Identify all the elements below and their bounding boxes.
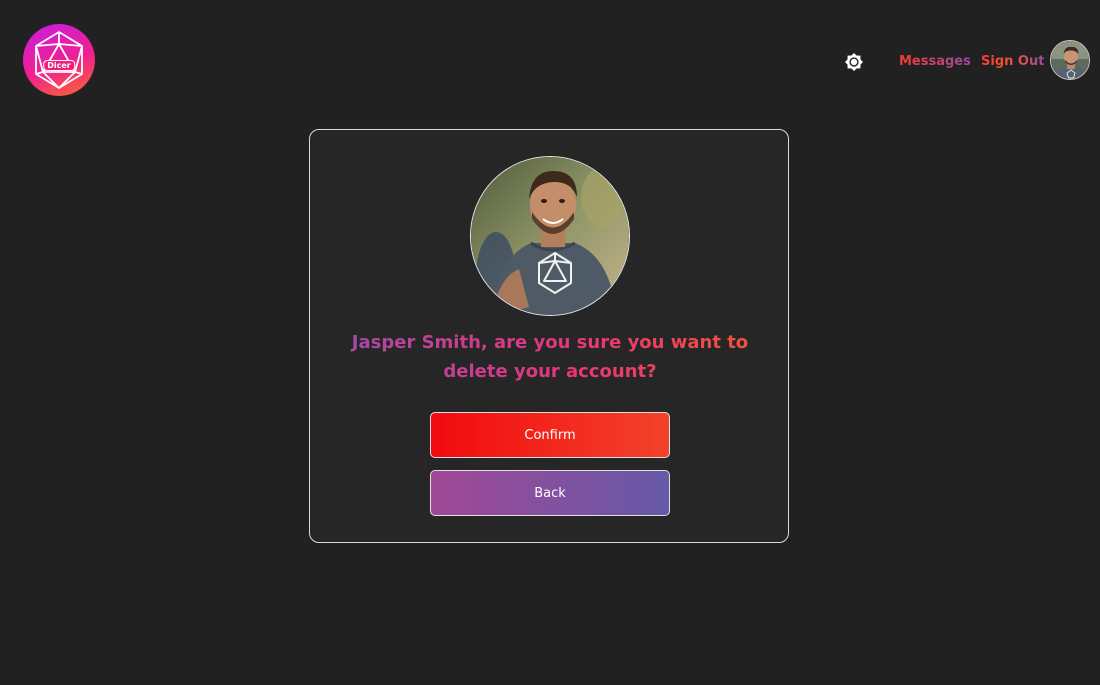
avatar-photo: [1051, 41, 1089, 79]
dicer-logo[interactable]: Dicer: [23, 24, 95, 96]
back-button[interactable]: Back: [430, 470, 670, 516]
user-avatar[interactable]: [1050, 40, 1090, 80]
delete-account-dialog: Jasper Smith, are you sure you want to d…: [309, 129, 789, 543]
logo-text: Dicer: [43, 60, 75, 71]
confirm-button[interactable]: Confirm: [430, 412, 670, 458]
nav-signout-link[interactable]: Sign Out: [981, 54, 1044, 69]
theme-toggle-button[interactable]: [843, 51, 865, 73]
delete-confirmation-question: Jasper Smith, are you sure you want to d…: [340, 328, 760, 386]
nav-messages-link[interactable]: Messages: [899, 54, 971, 69]
profile-photo: [470, 156, 630, 316]
profile-photo-image: [471, 157, 629, 315]
sun-icon: [845, 53, 863, 71]
